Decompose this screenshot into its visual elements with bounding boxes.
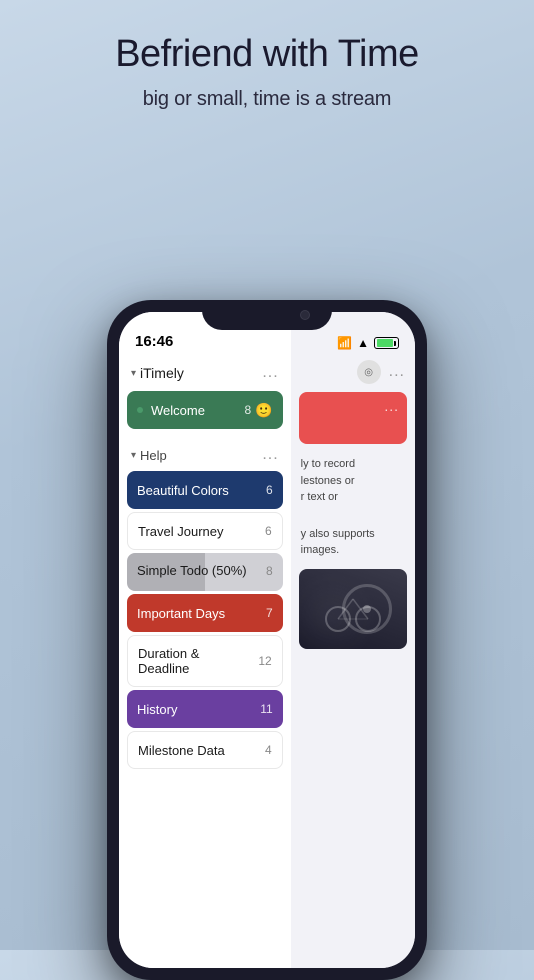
phone-container: 16:46 📶 ▲ ▾ iTimely xyxy=(107,300,427,980)
right-text-content-2: y also supports images. xyxy=(291,520,415,565)
item-label: Welcome xyxy=(151,403,239,418)
left-panel: ▾ iTimely ... Welcome 8 🙂 ▾ xyxy=(119,312,291,968)
list-item-duration-deadline[interactable]: Duration & Deadline 12 xyxy=(127,635,283,687)
status-right: 📶 ▲ xyxy=(337,336,399,350)
headline-section: Befriend with Time big or small, time is… xyxy=(0,0,534,111)
image-content xyxy=(299,569,407,649)
right-text-content-1: ly to record lestones or r text or xyxy=(291,448,415,514)
battery-icon xyxy=(374,337,399,349)
chevron-down-icon: ▾ xyxy=(131,368,136,379)
item-count: 6 xyxy=(265,524,272,538)
image-block xyxy=(299,569,407,649)
section-gap xyxy=(119,432,291,442)
list-item-travel-journey[interactable]: Travel Journey 6 xyxy=(127,512,283,550)
chevron-down-icon: ▾ xyxy=(131,450,136,461)
help-title: ▾ Help xyxy=(131,448,167,463)
battery-tip xyxy=(394,341,396,346)
item-label: Simple Todo (50%) xyxy=(137,563,260,578)
item-count: 4 xyxy=(265,743,272,757)
itimely-label: iTimely xyxy=(140,365,184,381)
text-line: lestones or xyxy=(301,473,405,490)
right-dots-menu[interactable]: ... xyxy=(389,363,405,381)
right-top-bar: ◎ ... xyxy=(291,356,415,388)
text-line: ly to record xyxy=(301,456,405,473)
item-count: 6 xyxy=(266,483,273,497)
front-camera xyxy=(300,310,310,320)
item-count: 12 xyxy=(258,654,271,668)
battery-fill xyxy=(377,339,393,347)
item-count: 11 xyxy=(260,702,272,716)
text-line: y also supports xyxy=(301,526,405,543)
item-label: Milestone Data xyxy=(138,743,259,758)
red-content-block: ... xyxy=(299,392,407,444)
item-label: Important Days xyxy=(137,606,260,621)
signal-icon: 📶 xyxy=(337,336,352,350)
bike-wheel-decoration xyxy=(342,584,392,634)
itimely-menu-icon[interactable]: ... xyxy=(262,364,278,382)
itimely-section-header: ▾ iTimely ... xyxy=(119,356,291,388)
text-line: images. xyxy=(301,542,405,559)
help-section-header: ▾ Help ... xyxy=(119,442,291,468)
itimely-title: ▾ iTimely xyxy=(131,365,184,381)
headline-sub: big or small, time is a stream xyxy=(0,88,534,111)
list-item-welcome[interactable]: Welcome 8 🙂 xyxy=(127,391,283,429)
item-count: 8 xyxy=(245,403,252,417)
item-label: Beautiful Colors xyxy=(137,483,260,498)
icon-symbol: ◎ xyxy=(364,367,373,378)
list-item-beautiful-colors[interactable]: Beautiful Colors 6 xyxy=(127,471,283,509)
item-count: 7 xyxy=(266,606,273,620)
text-line: r text or xyxy=(301,489,405,506)
help-label: Help xyxy=(140,448,167,463)
right-panel: ◎ ... ... ly to record lestones or r tex… xyxy=(291,312,415,968)
item-label: History xyxy=(137,702,254,717)
item-label: Travel Journey xyxy=(138,524,259,539)
item-count: 8 xyxy=(266,564,273,578)
list-item-important-days[interactable]: Important Days 7 xyxy=(127,594,283,632)
help-menu-icon[interactable]: ... xyxy=(262,446,278,464)
dot-indicator xyxy=(137,407,143,413)
todo-content: Simple Todo (50%) 8 xyxy=(127,553,283,588)
status-time: 16:46 xyxy=(135,333,173,350)
list-item-history[interactable]: History 11 xyxy=(127,690,283,728)
phone-screen: 16:46 📶 ▲ ▾ iTimely xyxy=(119,312,415,968)
list-item-milestone-data[interactable]: Milestone Data 4 xyxy=(127,731,283,769)
list-item-simple-todo[interactable]: Simple Todo (50%) 8 xyxy=(127,553,283,591)
red-block-dots[interactable]: ... xyxy=(384,398,399,414)
phone-notch xyxy=(202,300,332,330)
wifi-icon: ▲ xyxy=(357,336,369,350)
right-circle-icon[interactable]: ◎ xyxy=(357,360,381,384)
phone-frame: 16:46 📶 ▲ ▾ iTimely xyxy=(107,300,427,980)
item-label: Duration & Deadline xyxy=(138,646,252,676)
headline-main: Befriend with Time xyxy=(0,32,534,78)
emoji-icon: 🙂 xyxy=(255,402,272,419)
